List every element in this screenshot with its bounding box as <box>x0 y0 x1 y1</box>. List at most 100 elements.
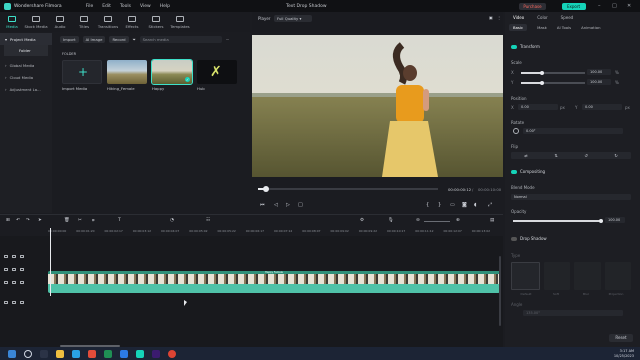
windows-start-icon[interactable] <box>8 349 16 358</box>
grid-icon[interactable]: ⊞ <box>6 218 10 223</box>
position-y-field[interactable]: 0.00 <box>582 104 622 110</box>
video-track-icon[interactable] <box>4 280 8 285</box>
tab-effects[interactable]: Effects <box>120 12 144 32</box>
stop-icon[interactable]: □ <box>298 202 303 208</box>
opacity-field[interactable]: 100.00 <box>605 217 625 223</box>
eye-icon[interactable] <box>20 280 24 285</box>
tab-animation[interactable]: Animation <box>581 25 600 30</box>
rotate-left-icon[interactable]: ↺ <box>584 152 587 159</box>
timeline-playhead[interactable] <box>50 228 51 296</box>
media-thumbnail-hub[interactable]: ✗ <box>197 60 237 84</box>
search-icon[interactable] <box>24 349 32 358</box>
media-thumbnail-happy[interactable]: ✓ <box>151 59 193 85</box>
tab-color[interactable]: Color <box>537 15 547 20</box>
track-icon[interactable] <box>4 254 8 259</box>
video-preview[interactable] <box>252 35 503 177</box>
transform-toggle[interactable] <box>511 45 517 49</box>
track-scrollbar[interactable] <box>499 256 501 326</box>
mark-out-icon[interactable]: } <box>438 202 441 208</box>
chrome-icon[interactable] <box>168 349 176 358</box>
menu-file[interactable]: File <box>86 4 94 9</box>
music-track-icon[interactable] <box>4 300 8 305</box>
preset-blur[interactable] <box>574 262 601 290</box>
tab-templates[interactable]: Templates <box>168 12 192 32</box>
tab-media[interactable]: Media <box>0 12 24 32</box>
slider-knob[interactable] <box>599 218 603 223</box>
ai-image-button[interactable]: AI Image <box>82 35 106 43</box>
scale-y-field[interactable]: 100.00 <box>587 79 611 85</box>
text-tool-icon[interactable]: T <box>118 218 121 223</box>
scale-x-slider[interactable] <box>521 70 585 75</box>
preset-default[interactable] <box>511 262 540 290</box>
tab-transitions[interactable]: Transitions <box>96 12 120 32</box>
import-button[interactable]: Import <box>60 35 79 43</box>
preset-soft[interactable] <box>543 262 570 290</box>
select-icon[interactable]: ➤ <box>38 218 42 223</box>
app-icon[interactable] <box>120 349 128 358</box>
fullscreen-icon[interactable]: ⤢ <box>488 202 492 208</box>
reset-button[interactable]: Reset <box>609 334 633 342</box>
sidebar-item-adjustment[interactable]: › Adjustment La... <box>0 83 52 95</box>
compositing-toggle[interactable] <box>511 170 517 174</box>
sidebar-item-project-media[interactable]: ▾ Project Media <box>0 33 52 45</box>
rotate-right-icon[interactable]: ↻ <box>614 152 617 159</box>
playhead-knob[interactable] <box>263 186 269 192</box>
tab-stickers[interactable]: Stickers <box>144 12 168 32</box>
tab-video[interactable]: Video <box>513 15 524 20</box>
flip-horizontal-icon[interactable]: ⇄ <box>524 152 527 159</box>
edge-browser-icon[interactable] <box>72 349 80 358</box>
tab-mask[interactable]: Mask <box>537 25 547 30</box>
speaker-icon[interactable] <box>20 300 24 305</box>
minimize-icon[interactable]: – <box>598 3 601 9</box>
more-options-icon[interactable]: ⋮ <box>497 15 501 20</box>
filter-icon[interactable]: ⏷ <box>133 37 136 42</box>
preset-projection[interactable] <box>604 262 631 290</box>
close-icon[interactable]: ✕ <box>627 3 631 9</box>
timeline-ruler[interactable]: 00:00:00:00 00:00:01:20 00:00:02:17 00:00:0… <box>48 228 500 236</box>
scale-x-field[interactable]: 100.00 <box>587 69 611 75</box>
eye-icon[interactable] <box>20 254 24 259</box>
drop-shadow-toggle[interactable] <box>511 237 517 241</box>
tab-audio[interactable]: Audio <box>48 12 72 32</box>
eye-icon[interactable] <box>20 267 24 272</box>
menu-tools[interactable]: Tools <box>120 4 131 9</box>
maximize-icon[interactable]: □ <box>612 3 617 9</box>
menu-edit[interactable]: Edit <box>102 4 111 9</box>
mic-icon[interactable]: 🎙 <box>388 218 394 223</box>
sidebar-item-cloud-media[interactable]: › Cloud Media <box>0 71 52 83</box>
slider-knob[interactable] <box>540 70 544 75</box>
file-explorer-icon[interactable] <box>56 349 64 358</box>
display-icon[interactable]: ▭ <box>450 202 455 208</box>
lock-icon[interactable] <box>12 280 16 285</box>
quality-select[interactable]: Full Quality ▾ <box>274 15 312 22</box>
zoom-out-icon[interactable]: ⊖ <box>416 218 420 223</box>
playback-progress[interactable] <box>258 186 438 192</box>
search-media-input[interactable]: Search media <box>139 35 222 43</box>
tab-speed[interactable]: Speed <box>561 15 574 20</box>
snapshot-icon[interactable]: ▣ <box>489 15 493 20</box>
tab-titles[interactable]: Titles <box>72 12 96 32</box>
scale-y-slider[interactable] <box>521 80 585 85</box>
compositing-toggle-row[interactable]: Compositing <box>511 169 545 174</box>
slider-knob[interactable] <box>540 80 544 85</box>
volume-icon[interactable]: ◖ <box>474 202 477 208</box>
play-icon[interactable]: ▷ <box>286 202 290 208</box>
layout-icon[interactable]: ▤ <box>490 218 494 223</box>
system-clock[interactable]: 3:17 AM 10/25/2023 <box>614 349 634 358</box>
settings-icon[interactable]: ⚙ <box>360 218 364 223</box>
camera-icon[interactable]: ◙ <box>462 202 467 208</box>
video-clip[interactable]: Happy Female <box>48 271 500 293</box>
timer-icon[interactable]: ◔ <box>170 218 174 223</box>
opacity-slider[interactable] <box>513 218 603 223</box>
flip-vertical-icon[interactable]: ⇅ <box>554 152 557 159</box>
filmora-taskbar-icon[interactable] <box>136 349 144 358</box>
sidebar-item-global-media[interactable]: › Global Media <box>0 59 52 71</box>
rotate-field[interactable]: 0.00° <box>523 128 623 134</box>
blend-mode-select[interactable]: Normal <box>511 194 631 200</box>
tab-stock-media[interactable]: Stock Media <box>24 12 48 32</box>
task-view-icon[interactable] <box>40 349 48 358</box>
lock-icon[interactable] <box>12 267 16 272</box>
undo-icon[interactable]: ↶ <box>16 218 20 223</box>
track-icon[interactable] <box>4 267 8 272</box>
adjust-icon[interactable]: ☷ <box>206 218 210 223</box>
